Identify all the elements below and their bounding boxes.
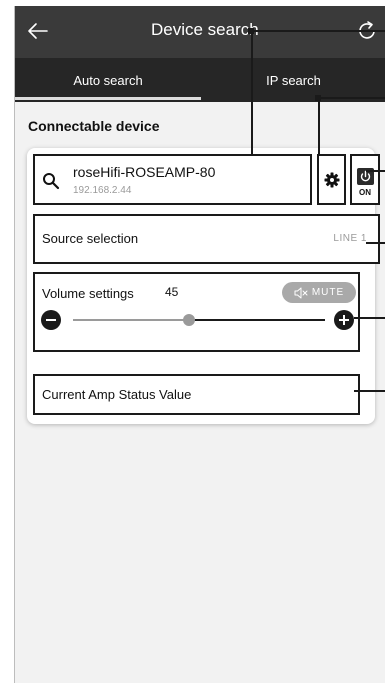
volume-settings-label: Volume settings — [42, 286, 134, 301]
source-selection-row[interactable]: Source selection LINE 1 — [33, 214, 380, 264]
source-selection-label: Source selection — [42, 231, 139, 246]
header-bar: Device search — [15, 6, 385, 58]
settings-button[interactable] — [317, 154, 346, 205]
amp-status-row[interactable]: Current Amp Status Value — [33, 374, 360, 415]
volume-slider-track[interactable] — [189, 319, 325, 321]
volume-decrease-button[interactable] — [41, 310, 61, 330]
tab-bar: Auto search IP search — [15, 58, 385, 102]
volume-slider-filled-track[interactable] — [73, 319, 189, 321]
app-screen: Device search Auto search IP search Conn… — [14, 6, 385, 683]
page-title: Device search — [151, 20, 259, 39]
volume-slider-thumb[interactable] — [183, 314, 195, 326]
callout-line-settings-top — [318, 97, 385, 99]
tab-ip-search[interactable]: IP search — [201, 58, 385, 102]
mute-button[interactable]: MUTE — [282, 282, 356, 303]
callout-line-power — [366, 170, 385, 172]
callout-line-device-top — [251, 30, 385, 32]
power-state-label: ON — [359, 188, 371, 197]
device-card: roseHifi-ROSEAMP-80 192.168.2.44 ON Sour… — [27, 148, 380, 424]
callout-line-volume — [354, 317, 385, 319]
search-icon — [43, 173, 60, 190]
tab-auto-search[interactable]: Auto search — [15, 58, 201, 102]
callout-line-device — [251, 30, 253, 154]
device-name: roseHifi-ROSEAMP-80 — [73, 164, 216, 180]
callout-line-status — [354, 390, 385, 392]
callout-marker — [248, 28, 254, 34]
speaker-mute-icon — [294, 287, 308, 298]
volume-increase-button[interactable] — [334, 310, 354, 330]
active-tab-indicator — [15, 97, 201, 100]
device-row[interactable]: roseHifi-ROSEAMP-80 192.168.2.44 — [33, 154, 312, 205]
volume-settings-panel: Volume settings 45 MUTE — [33, 272, 360, 352]
callout-line-source — [366, 242, 385, 244]
source-selection-value: LINE 1 — [333, 233, 367, 244]
callout-line-settings — [318, 97, 320, 154]
power-button[interactable]: ON — [350, 154, 380, 205]
device-ip: 192.168.2.44 — [73, 185, 132, 196]
volume-value: 45 — [165, 285, 179, 299]
callout-marker — [315, 95, 321, 101]
section-title: Connectable device — [28, 118, 160, 134]
mute-label: MUTE — [311, 287, 345, 298]
back-arrow-icon[interactable] — [25, 18, 51, 44]
amp-status-label: Current Amp Status Value — [42, 387, 192, 402]
gear-icon — [324, 172, 339, 187]
